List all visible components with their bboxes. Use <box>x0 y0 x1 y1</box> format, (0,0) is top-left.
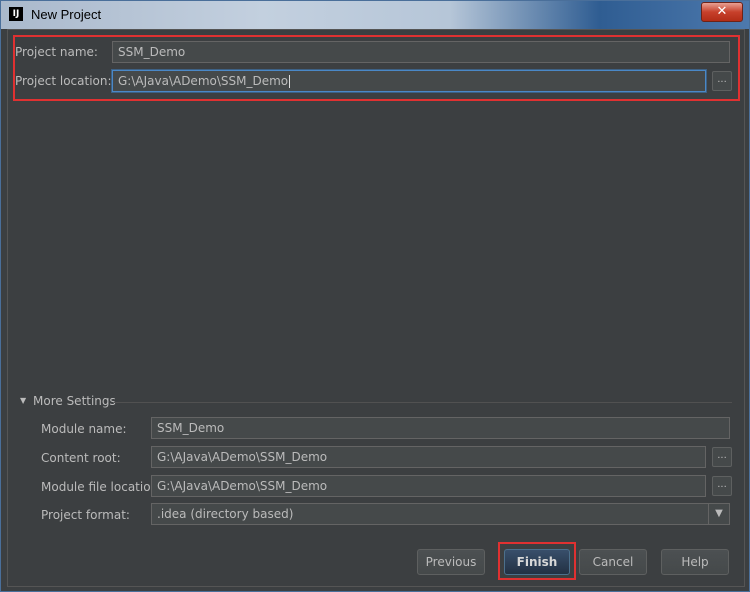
cancel-button[interactable]: Cancel <box>579 549 647 575</box>
chevron-down-icon[interactable]: ▼ <box>708 504 729 524</box>
module-name-field[interactable]: SSM_Demo <box>151 417 730 439</box>
new-project-dialog: IJ New Project ✕ Project name: SSM_Demo … <box>0 0 750 592</box>
help-button[interactable]: Help <box>661 549 729 575</box>
dialog-content: Project name: SSM_Demo Project location:… <box>7 29 745 587</box>
window-title: New Project <box>31 7 102 22</box>
module-file-location-label: Module file location: <box>41 480 163 494</box>
project-format-label: Project format: <box>41 508 130 522</box>
project-format-select[interactable]: .idea (directory based) ▼ <box>151 503 730 525</box>
content-root-label: Content root: <box>41 451 121 465</box>
project-format-value: .idea (directory based) <box>157 507 294 521</box>
close-button[interactable]: ✕ <box>701 2 743 22</box>
module-file-location-browse-button[interactable]: ... <box>712 476 732 496</box>
module-name-label: Module name: <box>41 422 127 436</box>
more-settings-separator <box>114 402 732 403</box>
content-root-browse-icon[interactable]: ... <box>712 447 732 467</box>
content-root-field[interactable]: G:\AJava\ADemo\SSM_Demo <box>151 446 706 468</box>
previous-button[interactable]: Previous <box>417 549 485 575</box>
project-fields-highlight <box>13 35 740 101</box>
finish-button-highlight <box>498 542 576 580</box>
intellij-icon: IJ <box>9 7 23 21</box>
module-file-location-field[interactable]: G:\AJava\ADemo\SSM_Demo <box>151 475 706 497</box>
chevron-down-icon[interactable]: ▼ <box>20 396 26 405</box>
title-bar[interactable]: IJ New Project ✕ <box>1 1 749 29</box>
more-settings-toggle[interactable]: More Settings <box>33 394 116 408</box>
